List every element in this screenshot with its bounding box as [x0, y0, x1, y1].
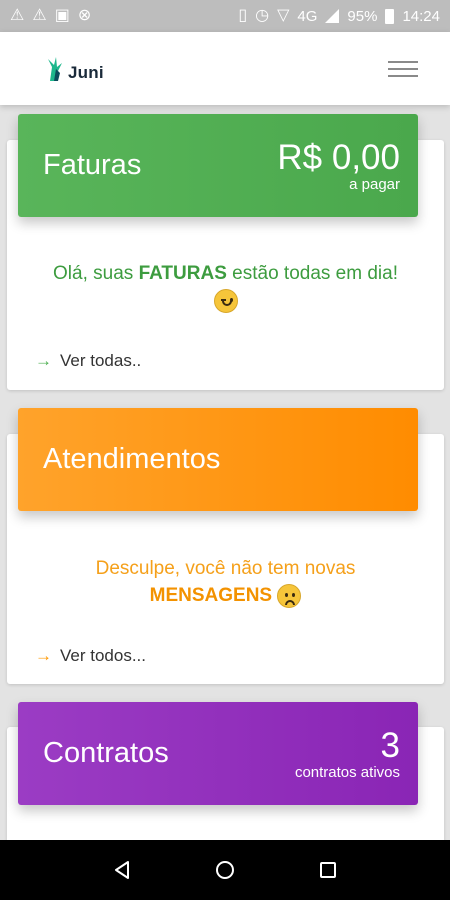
arrow-right-icon: → — [35, 646, 52, 665]
wifi-icon: ▽ — [277, 7, 290, 24]
warning-icon: ⚠ — [10, 7, 25, 24]
signal-icon — [325, 9, 340, 23]
blocked-icon: ⊗ — [77, 7, 92, 24]
faturas-title: Faturas — [43, 149, 142, 181]
alarm-icon: ◷ — [255, 7, 270, 24]
status-bar: ⚠ ⚠ ▣ ⊗ ▯ ◷ ▽ 4G 95% 14:24 — [0, 0, 450, 32]
atendimentos-message: Desculpe, você não tem novas MENSAGENS — [7, 555, 444, 609]
faturas-message-bold: FATURAS — [138, 263, 227, 284]
logo-mark-icon — [48, 56, 62, 81]
contratos-header[interactable]: Contratos 3 contratos ativos — [18, 702, 418, 805]
atendimentos-message-pre: Desculpe, você não tem novas — [95, 558, 356, 579]
faturas-amount-label: a pagar — [349, 175, 400, 193]
dashboard-content: Faturas R$ 0,00 a pagar Olá, suas FATURA… — [0, 105, 450, 840]
contratos-title: Contratos — [43, 737, 169, 769]
battery-icon — [385, 8, 395, 24]
wink-emoji-icon — [213, 288, 238, 313]
atendimentos-title: Atendimentos — [43, 443, 221, 475]
clock: 14:24 — [402, 7, 440, 25]
status-left: ⚠ ⚠ ▣ ⊗ — [10, 8, 91, 24]
contratos-count-label: contratos ativos — [294, 763, 400, 781]
app-header: Juni — [0, 32, 450, 105]
atendimentos-link-label: Ver todos... — [60, 646, 146, 665]
contratos-count-block: 3 contratos ativos — [295, 728, 400, 780]
contratos-count: 3 — [380, 725, 400, 765]
vibrate-icon: ▯ — [238, 7, 248, 24]
atendimentos-header[interactable]: Atendimentos — [18, 408, 418, 511]
system-nav-bar — [0, 840, 450, 900]
faturas-amount-block: R$ 0,00 a pagar — [277, 140, 400, 192]
battery-percent: 95% — [347, 7, 378, 25]
logo-text: Juni — [68, 62, 104, 82]
logo: Juni — [46, 55, 104, 83]
image-icon: ▣ — [54, 7, 70, 24]
faturas-see-all-link[interactable]: → Ver todas.. — [35, 351, 141, 371]
atendimentos-see-all-link[interactable]: → Ver todos... — [35, 646, 146, 666]
network-label: 4G — [297, 7, 318, 25]
status-right: ▯ ◷ ▽ 4G 95% 14:24 — [238, 8, 440, 25]
back-triangle-icon[interactable] — [106, 854, 138, 886]
warning-icon: ⚠ — [32, 7, 47, 24]
recent-square-icon[interactable] — [312, 854, 344, 886]
faturas-message-post: estão todas em dia! — [226, 263, 398, 284]
sad-emoji-icon — [277, 583, 302, 608]
arrow-right-icon: → — [35, 351, 52, 370]
home-circle-icon[interactable] — [209, 854, 241, 886]
faturas-header[interactable]: Faturas R$ 0,00 a pagar — [18, 114, 418, 217]
faturas-link-label: Ver todas.. — [60, 351, 142, 370]
faturas-message: Olá, suas FATURAS estão todas em dia! — [7, 260, 444, 314]
faturas-amount: R$ 0,00 — [277, 137, 400, 177]
atendimentos-message-bold: MENSAGENS — [149, 585, 273, 606]
hamburger-menu-icon[interactable] — [388, 58, 418, 80]
faturas-message-pre: Olá, suas — [53, 263, 139, 284]
